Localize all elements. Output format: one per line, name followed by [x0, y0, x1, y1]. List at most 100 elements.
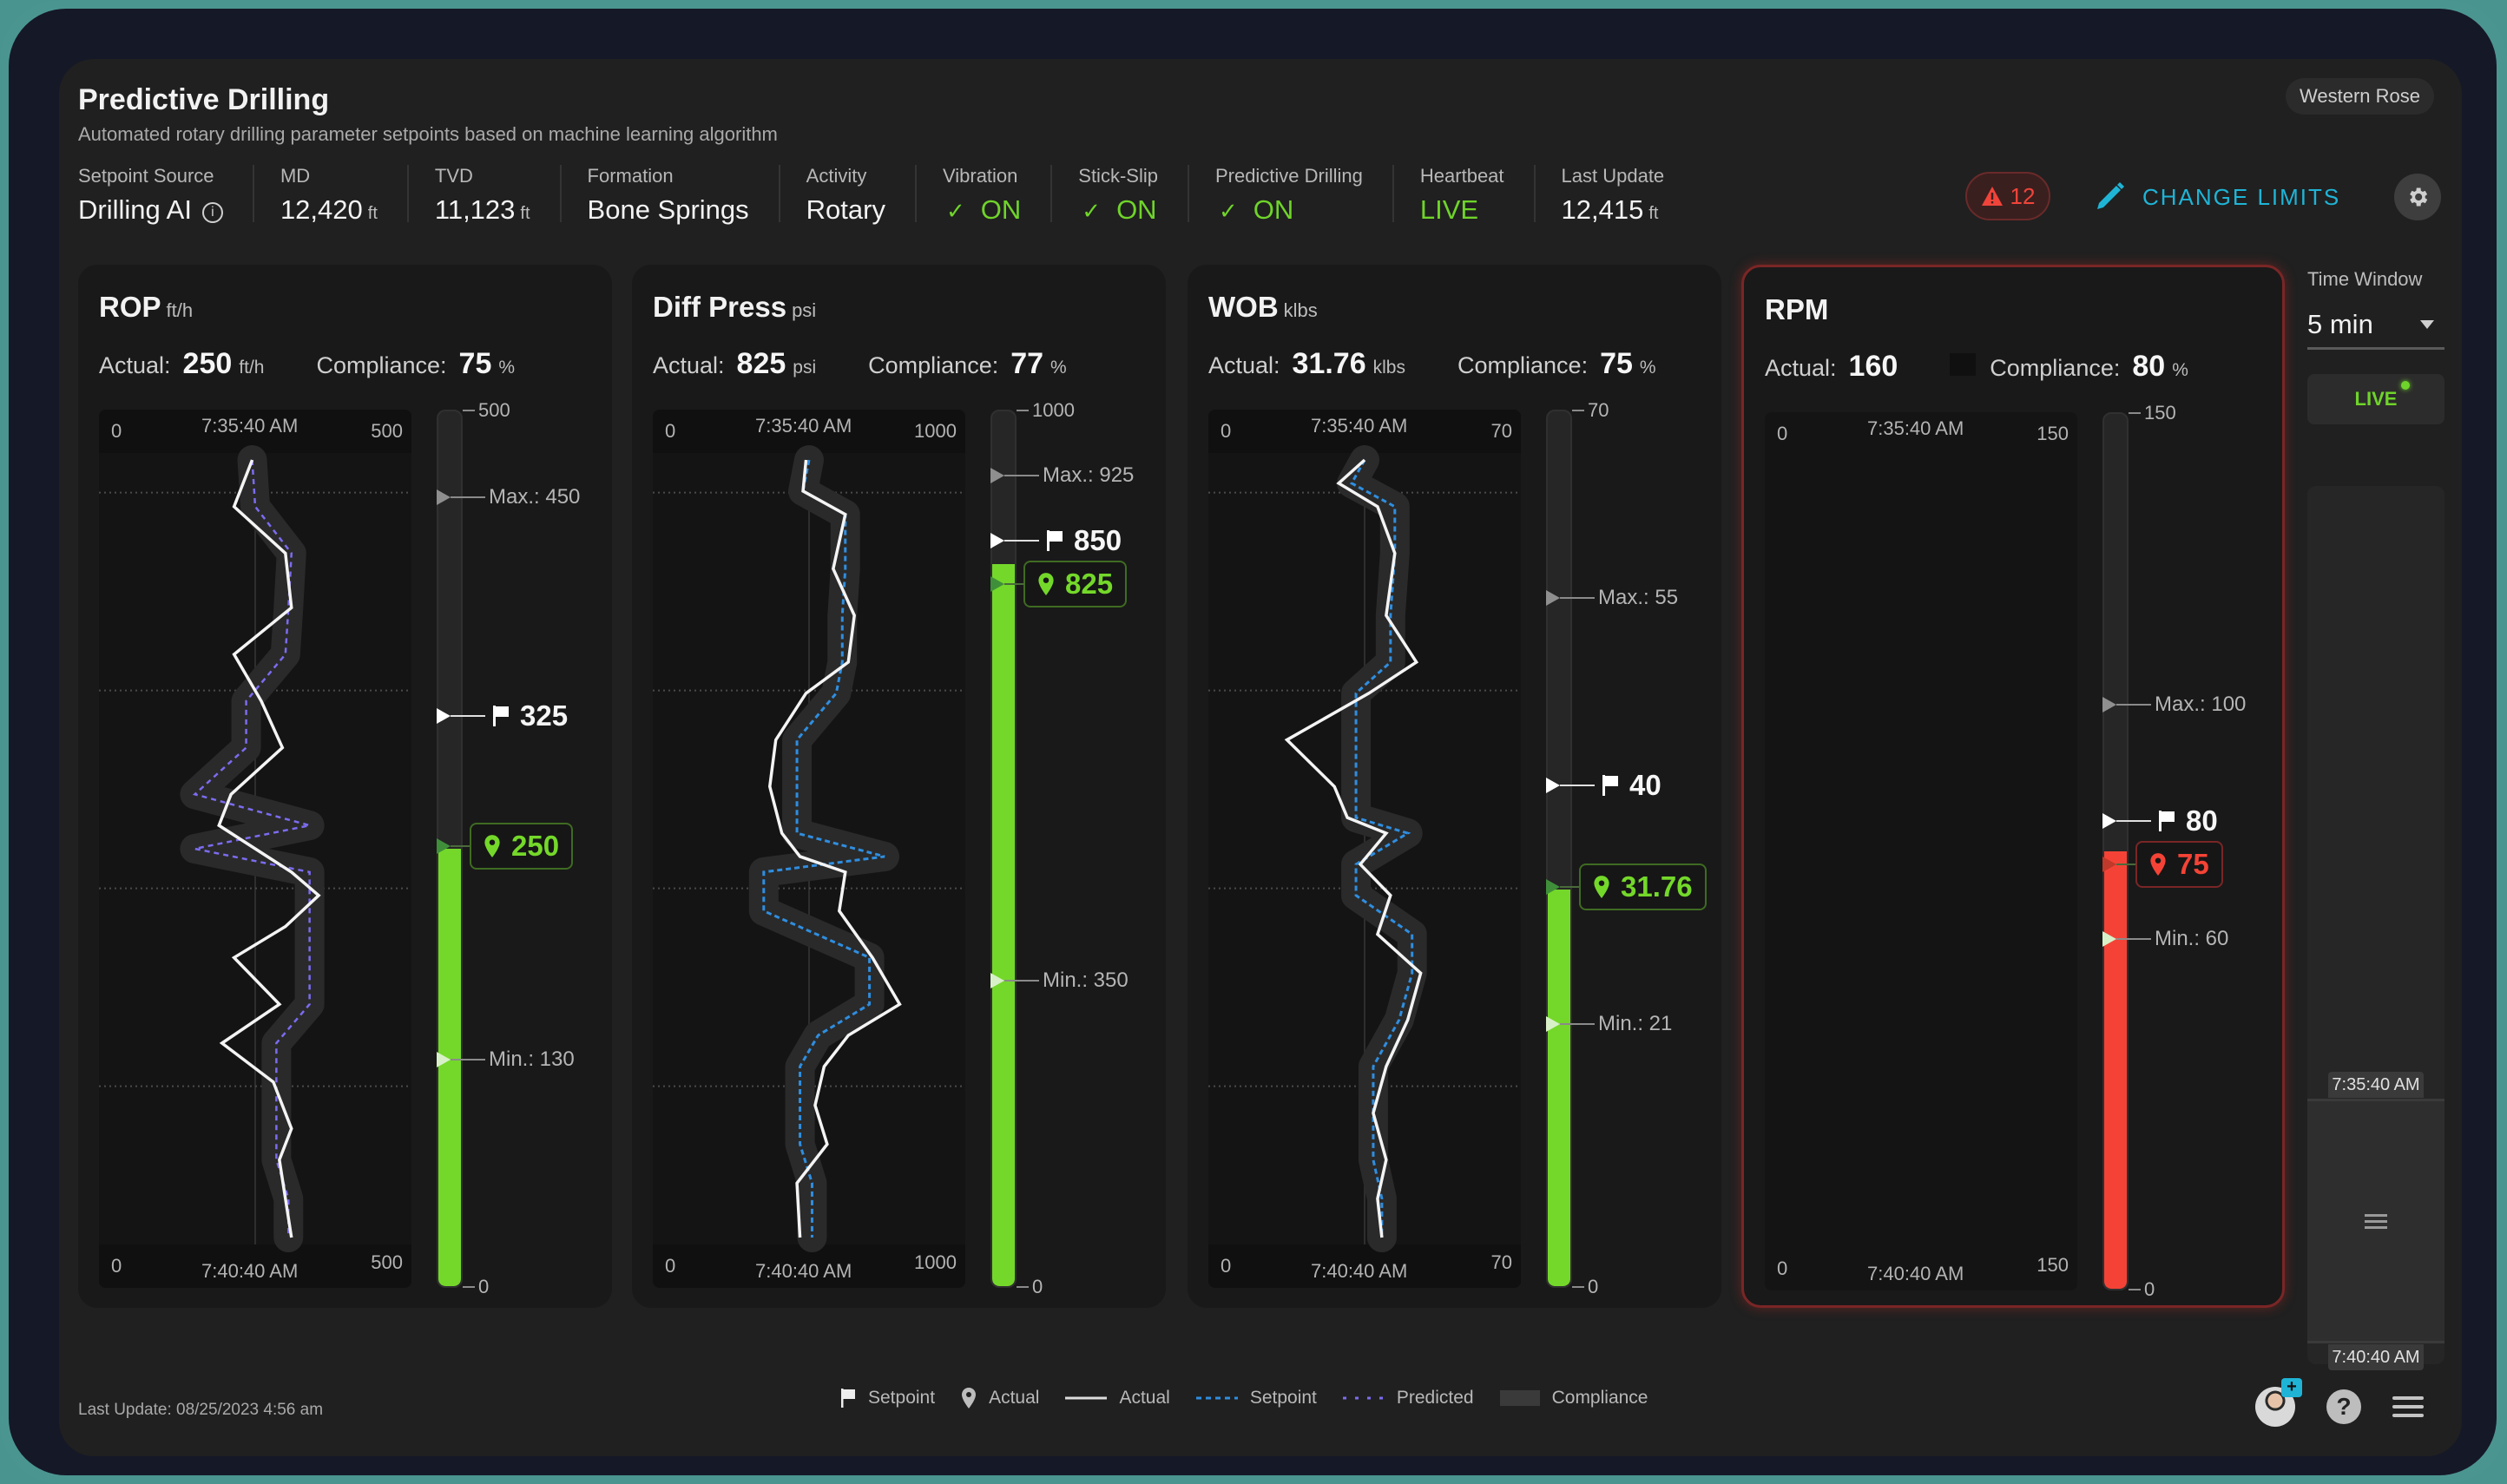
panel-diffpress: Diff Press psi Actual: 825 psi Compliance… — [632, 265, 1166, 1308]
stat-label: Predictive Drilling — [1214, 165, 1363, 187]
gauge-fill — [992, 564, 1015, 1286]
stat-value-row: ✓ ON — [1078, 194, 1158, 226]
change-limits-button[interactable]: CHANGE LIMITS — [2094, 177, 2340, 217]
caret-down-icon — [2420, 319, 2434, 329]
top-time-label: 7:35:40 AM — [755, 415, 852, 437]
stat-value: 11,123 — [434, 194, 516, 225]
flag-icon — [493, 706, 509, 727]
setpoint-value: 325 — [520, 699, 569, 732]
setpoint-marker[interactable]: 40 — [1546, 769, 1661, 802]
time-window-select[interactable]: 5 min — [2307, 301, 2444, 350]
panel-title-text: ROP — [99, 291, 161, 323]
axis-max-bottom: 70 — [1490, 1251, 1512, 1273]
actual-unit: ft/h — [239, 358, 265, 378]
compliance-label: Compliance: — [1990, 355, 2121, 381]
flag-icon — [1047, 529, 1063, 551]
compliance-band — [748, 445, 899, 1252]
actual-label: Actual: — [1765, 355, 1837, 381]
trace-svg — [653, 410, 965, 1288]
actual-value-box: 31.76 — [1579, 863, 1707, 910]
min-limit-marker[interactable]: Min.: 130 — [437, 1047, 575, 1072]
actual-gauge-value: 250 — [511, 830, 560, 862]
legend-label: Actual — [989, 1388, 1040, 1408]
marker-triangle-icon — [990, 532, 1004, 548]
min-limit-marker[interactable]: Min.: 21 — [1546, 1012, 1672, 1036]
marker-triangle-icon — [2102, 931, 2116, 948]
panel-title: ROP ft/h — [99, 291, 193, 324]
compliance-value: 80 — [2132, 350, 2166, 383]
actual-unit: psi — [793, 358, 817, 378]
live-button[interactable]: LIVE — [2307, 374, 2444, 424]
min-limit-marker[interactable]: Min.: 350 — [990, 969, 1128, 993]
hamburger-menu-icon[interactable] — [2392, 1391, 2424, 1422]
actual-gauge-value: 31.76 — [1621, 870, 1693, 903]
stat-activity: Activity Rotary — [806, 165, 917, 225]
trace-plot[interactable]: 0 7:35:40 AM 500 0 7:40:40 AM 500 — [99, 410, 411, 1288]
min-limit-label: Min.: 350 — [1043, 968, 1128, 992]
top-time-label: 7:35:40 AM — [1311, 415, 1408, 437]
range-start-time: 7:35:40 AM — [2328, 1072, 2424, 1098]
min-limit-label: Min.: 60 — [2155, 927, 2229, 951]
actual-marker[interactable]: 250 — [437, 823, 574, 870]
user-avatar[interactable]: + — [2255, 1378, 2302, 1427]
panel-title: WOB klbs — [1208, 291, 1318, 324]
compliance-unit: % — [2172, 360, 2188, 380]
marker-triangle-icon — [2102, 697, 2116, 713]
max-limit-marker[interactable]: Max.: 450 — [437, 485, 580, 509]
marker-triangle-icon — [990, 575, 1004, 592]
max-limit-label: Max.: 925 — [1043, 463, 1135, 487]
marker-triangle-icon — [1546, 878, 1560, 895]
well-name-badge[interactable]: Western Rose — [2286, 78, 2434, 115]
top-time-label: 7:35:40 AM — [201, 415, 299, 437]
info-icon[interactable]: i — [201, 202, 223, 223]
check-icon: ✓ — [1082, 198, 1102, 224]
setpoint-marker[interactable]: 850 — [990, 524, 1122, 557]
gauge-zero-tick: 0 — [463, 1276, 489, 1298]
bottom-time-label: 7:40:40 AM — [1311, 1260, 1408, 1282]
actual-marker[interactable]: 75 — [2102, 841, 2223, 889]
setpoint-marker[interactable]: 325 — [437, 699, 568, 732]
gauge-top-label: 500 — [478, 399, 510, 421]
actual-unit: klbs — [1372, 358, 1405, 378]
actual-value: 31.76 — [1292, 347, 1366, 380]
actual-label: Actual: — [99, 352, 171, 378]
setpoint-marker[interactable]: 80 — [2102, 804, 2218, 837]
max-limit-label: Max.: 100 — [2155, 693, 2247, 717]
actual-value-box: 75 — [2135, 841, 2223, 889]
max-limit-marker[interactable]: Max.: 925 — [990, 463, 1134, 488]
drag-grip-icon — [2365, 1214, 2387, 1232]
gear-icon — [2410, 187, 2428, 207]
alerts-button[interactable]: 12 — [1965, 172, 2050, 220]
legend-item-actual-line: Actual — [1065, 1388, 1170, 1408]
stat-value-row: ✓ ON — [1215, 194, 1363, 226]
purple-dashed-line-swatch — [1342, 1396, 1385, 1400]
panel-title-text: Diff Press — [653, 291, 787, 323]
compliance-unit: % — [1050, 358, 1067, 378]
stat-label: Formation — [587, 165, 674, 187]
stat-value: ON — [1253, 194, 1294, 225]
add-chat-icon[interactable]: + — [2281, 1378, 2302, 1397]
time-range-track[interactable]: 7:35:40 AM 7:40:40 AM — [2307, 486, 2444, 1370]
max-limit-marker[interactable]: Max.: 55 — [1546, 586, 1678, 610]
device-bezel: Predictive Drilling Automated rotary dri… — [9, 9, 2497, 1475]
min-limit-marker[interactable]: Min.: 60 — [2102, 927, 2228, 951]
trace-plot[interactable]: 0 7:35:40 AM 70 0 7:40:40 AM 70 — [1208, 410, 1521, 1288]
blue-dashed-line-swatch — [1195, 1396, 1238, 1400]
trace-plot[interactable]: 0 7:35:40 AM 150 0 7:40:40 AM 150 — [1765, 412, 2077, 1290]
gauge-zero-label: 0 — [1032, 1276, 1043, 1297]
trace-plot[interactable]: 0 7:35:40 AM 1000 0 7:40:40 AM 1000 — [653, 410, 965, 1288]
help-icon[interactable]: ? — [2326, 1389, 2361, 1424]
time-range-handle[interactable]: 7:35:40 AM 7:40:40 AM — [2307, 1072, 2444, 1370]
max-limit-marker[interactable]: Max.: 100 — [2102, 693, 2246, 717]
bottom-time-label: 7:40:40 AM — [201, 1260, 299, 1282]
gauge-top-tick: 70 — [1572, 399, 1609, 422]
check-icon: ✓ — [945, 198, 965, 224]
bottom-time-label: 7:40:40 AM — [755, 1260, 852, 1282]
settings-button[interactable] — [2394, 174, 2441, 220]
stat-value-row: 12,415 ft — [1562, 194, 1665, 226]
actual-marker[interactable]: 31.76 — [1546, 863, 1707, 910]
stat-value: 12,415 — [1561, 194, 1644, 225]
max-limit-label: Max.: 55 — [1598, 585, 1679, 609]
top-band — [1950, 353, 1977, 376]
actual-marker[interactable]: 825 — [990, 560, 1128, 607]
